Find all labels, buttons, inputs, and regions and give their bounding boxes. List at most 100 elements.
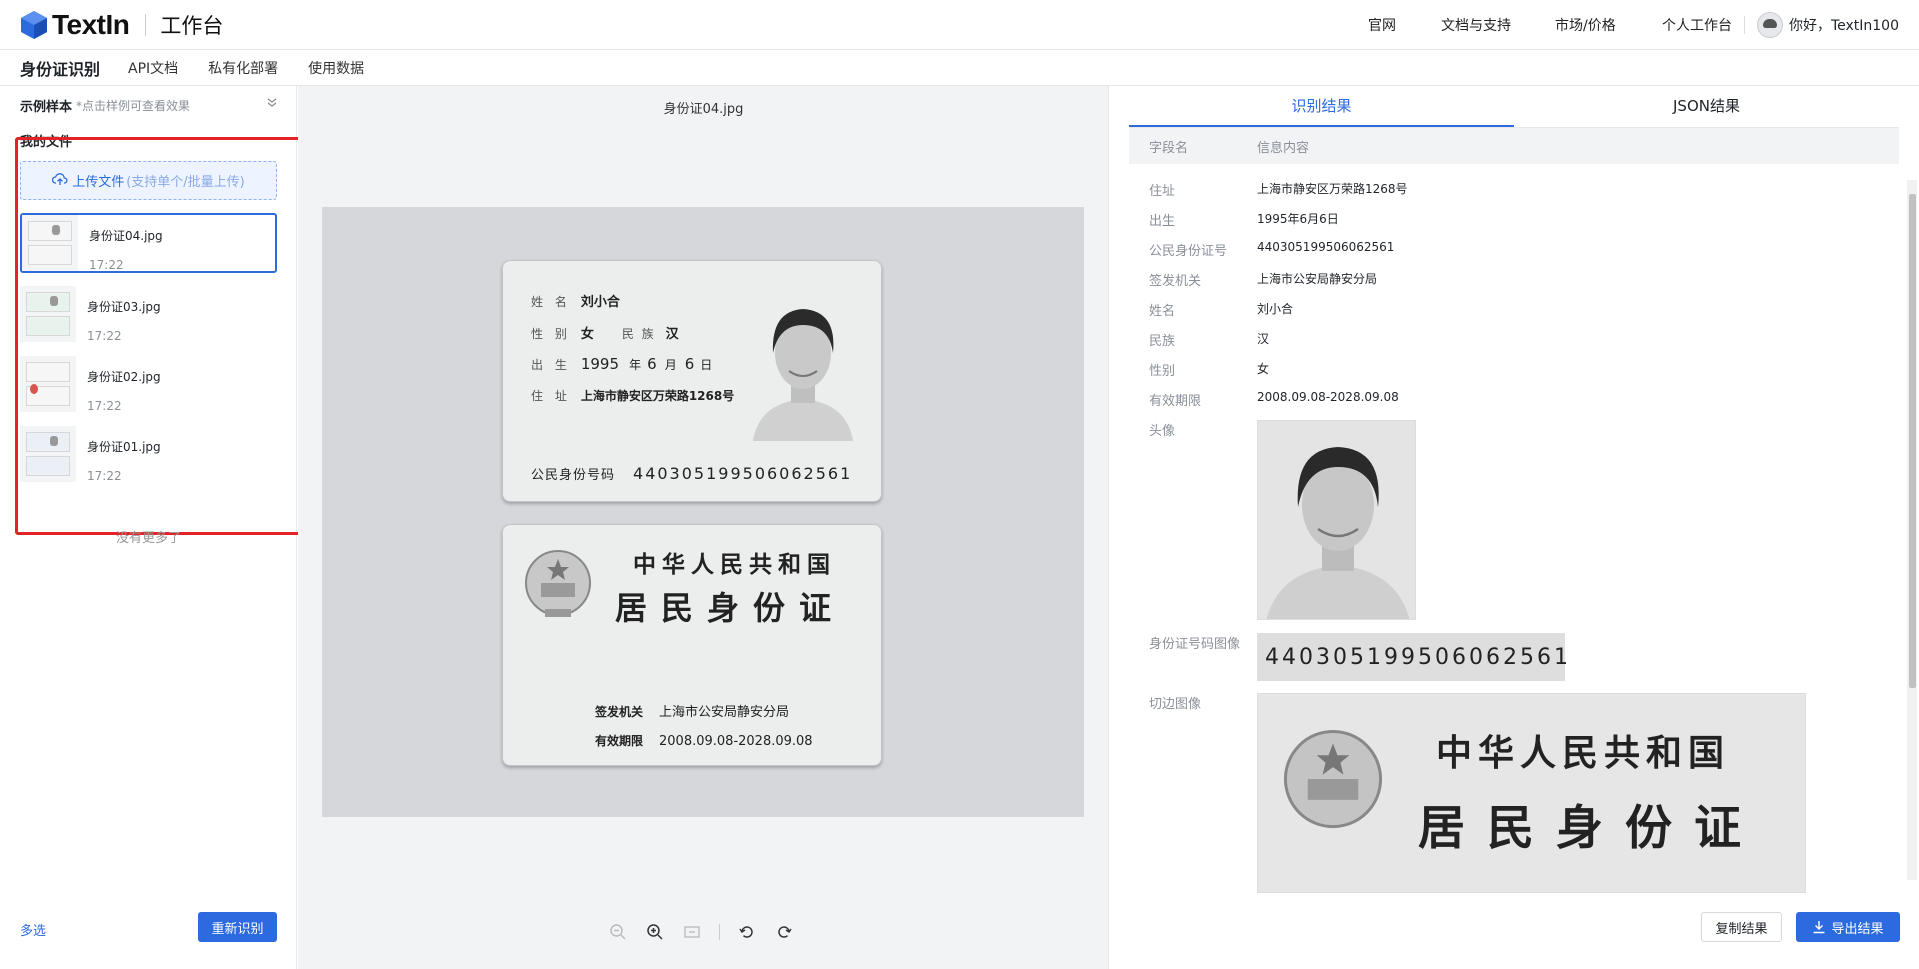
id-card-back: 中华人民共和国 居民身份证 签发机关 上海市公安局静安分局 有效期限 2008.09… <box>502 524 882 766</box>
field-value[interactable]: 2008.09.08-2028.09.08 <box>1257 390 1399 404</box>
sample-hint: *点击样例可查看效果 <box>76 99 191 113</box>
table-row: 性别 女 <box>1129 360 1869 390</box>
export-label: 导出结果 <box>1831 921 1884 937</box>
field-value[interactable]: 440305199506062561 <box>1257 240 1394 254</box>
results-rows: 住址 上海市静安区万荣路1268号 出生 1995年6月6日 公民身份证号 44030… <box>1129 180 1869 420</box>
results-panel: 识别结果 JSON结果 字段名 信息内容 住址 上海市静安区万荣路1268号 出生… <box>1110 86 1919 969</box>
sex-label: 性 别 <box>531 327 571 341</box>
name-value: 刘小合 <box>580 295 620 310</box>
birth-month: 6 <box>647 355 657 373</box>
results-table-header: 字段名 信息内容 <box>1129 128 1899 164</box>
idnum-image-row: 身份证号码图像 440305199506062561 <box>1129 633 1869 681</box>
table-row: 有效期限 2008.09.08-2028.09.08 <box>1129 390 1869 420</box>
results-tabs: 识别结果 JSON结果 <box>1129 86 1899 128</box>
tab-private-deploy[interactable]: 私有化部署 <box>208 58 278 78</box>
nav-market-price[interactable]: 市场/价格 <box>1555 15 1616 35</box>
field-key: 性别 <box>1149 364 1176 379</box>
avatar-portrait-icon <box>1258 421 1415 619</box>
rotate-right-icon[interactable] <box>774 922 794 942</box>
ethnic-value: 汉 <box>665 327 679 342</box>
avatar-image <box>1257 420 1416 620</box>
nav-personal-workspace[interactable]: 个人工作台 <box>1662 15 1732 35</box>
nav-docs-support[interactable]: 文档与支持 <box>1441 15 1511 35</box>
file-time: 17:22 <box>87 399 122 413</box>
crop-image-row: 切边图像 中华人民共和国 居民身份证 <box>1129 693 1869 893</box>
scrollbar-thumb[interactable] <box>1909 194 1916 688</box>
upload-button[interactable]: 上传文件 (支持单个/批量上传) <box>20 161 277 200</box>
idnum-value: 440305199506062561 <box>633 464 853 483</box>
crop-image-label: 切边图像 <box>1149 697 1202 712</box>
export-result-button[interactable]: 导出结果 <box>1796 912 1900 942</box>
field-value[interactable]: 女 <box>1257 360 1269 377</box>
field-key: 民族 <box>1149 334 1176 349</box>
birth-year: 1995 <box>580 355 620 373</box>
download-icon <box>1813 921 1825 934</box>
chevron-down-icon[interactable] <box>266 96 278 111</box>
id-card-front: 姓 名刘小合 性 别女民 族汉 出 生 1995 年6月6日 住 址上海市静安区万… <box>502 260 882 502</box>
reidentify-button[interactable]: 重新识别 <box>198 912 277 942</box>
sex-value: 女 <box>580 327 594 342</box>
year-char: 年 <box>629 358 642 372</box>
tab-recognition-result[interactable]: 识别结果 <box>1129 86 1514 127</box>
field-value[interactable]: 汉 <box>1257 330 1269 347</box>
file-item-04[interactable]: 身份证04.jpg 17:22 <box>20 213 277 273</box>
upload-label: 上传文件 <box>72 175 125 190</box>
image-canvas[interactable]: 姓 名刘小合 性 别女民 族汉 出 生 1995 年6月6日 住 址上海市静安区万… <box>322 207 1084 817</box>
tab-id-card-recognition[interactable]: 身份证识别 <box>20 56 100 80</box>
upload-cloud-icon <box>52 172 68 190</box>
my-files-title: 我的文件 <box>20 135 73 150</box>
fit-screen-icon[interactable] <box>682 922 702 942</box>
table-row: 姓名 刘小合 <box>1129 300 1869 330</box>
field-key: 出生 <box>1149 214 1176 229</box>
copy-result-button[interactable]: 复制结果 <box>1701 912 1782 942</box>
brand-name: TextIn <box>52 9 130 40</box>
image-toolbar <box>608 922 811 942</box>
file-item-01[interactable]: 身份证01.jpg 17:22 <box>20 426 277 486</box>
tab-api-docs[interactable]: API文档 <box>128 58 178 78</box>
table-row: 签发机关 上海市公安局静安分局 <box>1129 270 1869 300</box>
file-name: 身份证03.jpg <box>87 300 161 314</box>
portrait-photo-icon <box>753 309 853 441</box>
no-more-text: 没有更多了 <box>115 531 181 546</box>
tab-usage-data[interactable]: 使用数据 <box>308 58 364 78</box>
idnum-image: 440305199506062561 <box>1257 633 1568 681</box>
rotate-left-icon[interactable] <box>737 922 757 942</box>
tab-json-result[interactable]: JSON结果 <box>1514 86 1899 127</box>
user-menu[interactable]: 你好，TextIn100 <box>1743 12 1899 38</box>
addr-label: 住 址 <box>531 389 571 403</box>
day-char: 日 <box>700 358 713 372</box>
logo[interactable]: TextIn 工作台 <box>20 9 223 41</box>
file-thumbnail <box>20 426 76 482</box>
field-value[interactable]: 上海市公安局静安分局 <box>1257 270 1377 287</box>
file-panel: 示例样本 *点击样例可查看效果 我的文件 上传文件 (支持单个/批量上传) 身份… <box>0 86 305 969</box>
field-value[interactable]: 上海市静安区万荣路1268号 <box>1257 180 1408 197</box>
nav-official-site[interactable]: 官网 <box>1368 15 1396 35</box>
brand-sub: 工作台 <box>160 14 224 38</box>
zoom-in-icon[interactable] <box>645 922 665 942</box>
sample-section-header[interactable]: 示例样本 *点击样例可查看效果 <box>20 96 278 115</box>
upload-hint: (支持单个/批量上传) <box>126 175 245 190</box>
issuer-label: 签发机关 <box>595 705 644 719</box>
file-item-03[interactable]: 身份证03.jpg 17:22 <box>20 286 277 346</box>
crop-image: 中华人民共和国 居民身份证 <box>1257 693 1806 893</box>
table-row: 出生 1995年6月6日 <box>1129 210 1869 240</box>
sample-title: 示例样本 <box>20 100 73 115</box>
multi-select-link[interactable]: 多选 <box>20 920 46 939</box>
field-key: 签发机关 <box>1149 274 1202 289</box>
valid-value: 2008.09.08-2028.09.08 <box>659 734 813 749</box>
month-char: 月 <box>664 358 677 372</box>
file-item-02[interactable]: 身份证02.jpg 17:22 <box>20 356 277 416</box>
toolbar-divider <box>719 924 720 940</box>
file-thumbnail <box>20 286 76 342</box>
file-time: 17:22 <box>87 469 122 483</box>
addr-value: 上海市静安区万荣路1268号 <box>580 389 735 403</box>
crop-emblem-icon <box>1283 729 1383 829</box>
avatar-row: 头像 <box>1129 420 1869 620</box>
table-row: 住址 上海市静安区万荣路1268号 <box>1129 180 1869 210</box>
idnum-image-label: 身份证号码图像 <box>1149 637 1241 652</box>
field-value[interactable]: 1995年6月6日 <box>1257 210 1339 227</box>
logo-divider <box>145 14 147 36</box>
zoom-out-icon[interactable] <box>608 922 628 942</box>
file-time: 17:22 <box>89 258 124 272</box>
field-value[interactable]: 刘小合 <box>1257 300 1293 317</box>
